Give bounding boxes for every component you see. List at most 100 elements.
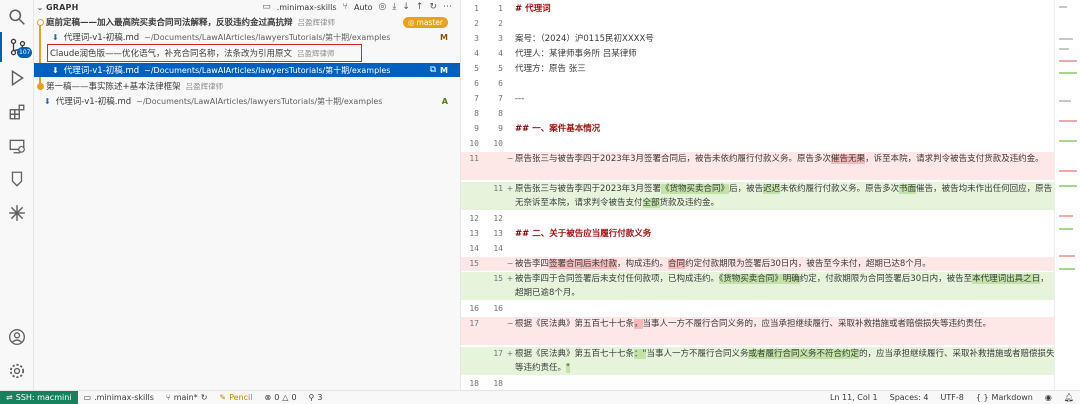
folder-item[interactable]: ▭ .minimax-skills bbox=[78, 391, 160, 404]
diff-line[interactable]: 3 3 案号：（2024）沪0115民初XXXX号 bbox=[461, 32, 1055, 46]
indentation[interactable]: Spaces: 4 bbox=[884, 391, 935, 404]
text-segment: 后，被告 bbox=[729, 184, 764, 194]
text-segment: 未依约履行付款义务。原告多次 bbox=[780, 184, 900, 194]
changed-text: ， bbox=[634, 319, 643, 329]
diff-line[interactable]: 5 5 代理方：原告 张三 bbox=[461, 62, 1055, 76]
changed-text: 本代理词出具之日 bbox=[972, 274, 1041, 284]
more-icon[interactable]: ⋯ bbox=[443, 2, 452, 12]
diff-line-added[interactable]: 15 + 被告李四于合同签署后未支付任何款项，已构成违约。《货物买卖合同》明确约定，… bbox=[461, 272, 1055, 300]
line-number-modified: 9 bbox=[498, 124, 503, 133]
diff-line-removed[interactable]: 15 − 被告李四签署合同后未付款，构成违约。合同约定付款期限为签署后30日内，被告… bbox=[461, 257, 1055, 271]
repo-icon: ▭ bbox=[262, 2, 271, 12]
changed-text: 书面 bbox=[899, 184, 917, 194]
target-icon[interactable]: ◎ bbox=[379, 2, 387, 12]
minimap[interactable] bbox=[1054, 0, 1080, 390]
testing-icon[interactable] bbox=[0, 164, 34, 194]
commit-row[interactable]: 第一稿——事实陈述+基本法律框架 吕盈辉律师 bbox=[34, 79, 460, 93]
diff-line[interactable]: 10 10 bbox=[461, 137, 1055, 151]
text-segment: 货款及违约金。 bbox=[659, 198, 720, 208]
file-row-selected[interactable]: ⬇ 代理词-v1-初稿.md ~/Documents/LawAIArticles… bbox=[34, 63, 460, 77]
text-segment: 被告李四于合同签署后未支付任何款项，已构成违约。 bbox=[515, 274, 720, 284]
diff-line[interactable]: 1 1 # 代理词 bbox=[461, 2, 1055, 16]
line-text: 原告张三与被告李四于2023年3月签署《货物买卖合同》后，被告迟迟未依约履行付款… bbox=[515, 182, 1055, 210]
pull-icon[interactable]: ↓ bbox=[402, 2, 410, 12]
sync-icon[interactable]: ↻ bbox=[201, 393, 208, 402]
file-name: 代理词-v1-初稿.md bbox=[55, 97, 132, 107]
diff-line[interactable]: 16 16 bbox=[461, 302, 1055, 316]
file-status: M bbox=[440, 65, 448, 75]
extensions-icon[interactable] bbox=[0, 97, 34, 127]
commit-message: 第一稿——事实陈述+基本法律框架 bbox=[46, 82, 181, 92]
graph-header[interactable]: ⌄ GRAPH ▭ .minimax-skills ⑂ Auto ◎ ⤓ ↓ ↑… bbox=[34, 0, 460, 14]
line-number-original: 15 bbox=[469, 259, 479, 268]
repo-label[interactable]: .minimax-skills bbox=[277, 3, 337, 12]
diff-line-removed[interactable]: 11 − 原告张三与被告李四于2023年3月签署合同后，被告未依约履行付款义务。原告… bbox=[461, 152, 1055, 180]
bell-icon[interactable]: 🔔︎ bbox=[1058, 391, 1080, 404]
line-text: 根据《民法典》第五百七十七条："当事人一方不履行合同义务或者履行合同义务不符合约… bbox=[515, 347, 1055, 375]
diff-line[interactable]: 18 18 bbox=[461, 377, 1055, 391]
line-number-original: 18 bbox=[469, 379, 479, 388]
diff-line[interactable]: 22 bbox=[461, 17, 1055, 31]
highlight-box bbox=[47, 44, 362, 62]
line-number-original: 13 bbox=[469, 229, 479, 238]
line-number-original: 12 bbox=[469, 214, 479, 223]
remote-indicator[interactable]: ⇌ SSH: macmini bbox=[0, 390, 78, 404]
copilot-icon[interactable]: ◉ bbox=[1039, 391, 1058, 404]
fetch-icon[interactable]: ⤓ bbox=[392, 2, 396, 12]
diff-line-added[interactable]: 11 + 原告张三与被告李四于2023年3月签署《货物买卖合同》后，被告迟迟未依约履… bbox=[461, 182, 1055, 210]
diff-line[interactable]: 12 12 bbox=[461, 212, 1055, 226]
account-icon[interactable] bbox=[0, 322, 34, 352]
auto-label[interactable]: Auto bbox=[354, 3, 373, 12]
chevron-down-icon[interactable]: ⌄ bbox=[34, 3, 46, 12]
line-number-original: 11 bbox=[469, 154, 479, 163]
file-row[interactable]: ⬇ 代理词-v1-初稿.md ~/Documents/LawAIArticles… bbox=[34, 30, 460, 44]
line-number-modified: 8 bbox=[498, 109, 503, 118]
diff-line-added[interactable]: 17 + 根据《民法典》第五百七十七条："当事人一方不履行合同义务或者履行合同义务不… bbox=[461, 347, 1055, 375]
ports-item[interactable]: ⚲ 3 bbox=[303, 391, 329, 404]
remote-explorer-icon[interactable] bbox=[0, 131, 34, 161]
line-number-modified: 4 bbox=[498, 49, 503, 58]
line-number-modified: 2 bbox=[498, 19, 503, 28]
language-mode[interactable]: { } Markdown bbox=[970, 391, 1039, 404]
heading-marker: ## bbox=[515, 229, 530, 239]
diff-line[interactable]: 4 4 代理人：某律师事务所 吕某律师 bbox=[461, 47, 1055, 61]
gear-icon[interactable] bbox=[0, 356, 34, 386]
line-number-original: 4 bbox=[474, 49, 479, 58]
open-file-icon[interactable]: ⧉ bbox=[430, 65, 436, 75]
branch-item[interactable]: ⑂ main* ↻ bbox=[160, 391, 214, 404]
diff-line[interactable]: 7 7 --- bbox=[461, 92, 1055, 106]
encoding[interactable]: UTF-8 bbox=[934, 391, 969, 404]
refresh-icon[interactable]: ↻ bbox=[429, 2, 437, 12]
activity-bar: 107 bbox=[0, 0, 34, 390]
changed-text: 迟迟 bbox=[763, 184, 781, 194]
commit-row[interactable]: 庭前定稿——加入最高院买卖合同司法解释，反驳违约金过高抗辩 吕盈辉律师 ◎ mas… bbox=[34, 15, 460, 29]
problems-item[interactable]: ⊗ 0 △ 0 bbox=[258, 391, 302, 404]
sparkle-icon[interactable] bbox=[0, 198, 34, 228]
cursor-position[interactable]: Ln 11, Col 1 bbox=[824, 391, 884, 404]
file-row[interactable]: ⬇ 代理词-v1-初稿.md ~/Documents/LawAIArticles… bbox=[34, 94, 460, 108]
push-icon[interactable]: ↑ bbox=[416, 2, 424, 12]
markdown-file-icon: ⬇ bbox=[52, 32, 59, 42]
diff-line[interactable]: 88 bbox=[461, 107, 1055, 121]
branch-badge-icon: ◎ bbox=[408, 18, 415, 27]
error-icon: ⊗ bbox=[264, 393, 272, 402]
warning-icon: △ bbox=[282, 393, 289, 402]
diff-line[interactable]: 9 9 ## 一、案件基本情况 bbox=[461, 122, 1055, 136]
line-number-original: 14 bbox=[469, 244, 479, 253]
line-number-modified: 3 bbox=[498, 34, 503, 43]
search-icon[interactable] bbox=[0, 2, 34, 32]
remote-icon: ⇌ bbox=[6, 393, 13, 402]
diff-line[interactable]: 66 bbox=[461, 77, 1055, 91]
changed-text: 或者履行合同义务不符合约定 bbox=[748, 349, 859, 359]
text-segment: 根据《民法典》第五百七十七条 bbox=[515, 319, 635, 329]
text-segment: 被告李四 bbox=[515, 259, 550, 269]
diff-line[interactable]: 14 14 bbox=[461, 242, 1055, 256]
run-debug-icon[interactable] bbox=[0, 63, 34, 93]
branch-badge[interactable]: ◎ master bbox=[403, 17, 448, 28]
source-control-icon[interactable]: 107 bbox=[0, 32, 34, 62]
diff-line[interactable]: 13 13 ## 二、关于被告应当履行付款义务 bbox=[461, 227, 1055, 241]
diff-editor[interactable]: 1 1 # 代理词 2 2 3 3 案号：（2024）沪0115民初XXXX号 4 4 代理人：某律… bbox=[460, 0, 1080, 404]
pencil-item[interactable]: ✎ Pencil bbox=[213, 391, 258, 404]
diff-line-removed[interactable]: 17 − 根据《民法典》第五百七十七条，当事人一方不履行合同义务的，应当承担继续履行… bbox=[461, 317, 1055, 345]
line-number-original: 1 bbox=[474, 4, 479, 13]
